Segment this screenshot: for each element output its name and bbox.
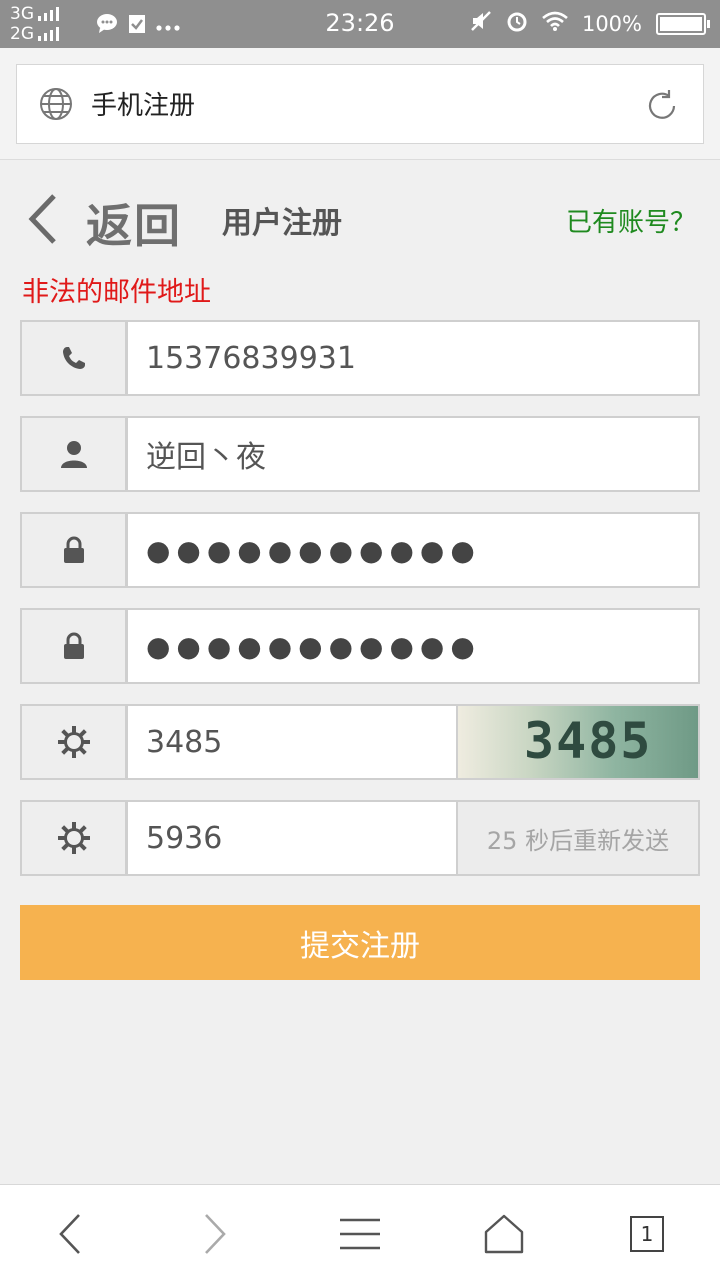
phone-icon [20, 320, 127, 396]
phone-input[interactable]: 15376839931 [126, 320, 700, 396]
menu-icon[interactable] [335, 1209, 385, 1259]
browser-toolbar: 手机注册 [0, 48, 720, 160]
home-icon[interactable] [479, 1209, 529, 1259]
alarm-icon [506, 10, 528, 37]
back-link[interactable]: 返回 [86, 190, 182, 256]
gear-icon [20, 704, 127, 780]
refresh-icon[interactable] [643, 87, 681, 129]
captcha-image-text: 3485 [524, 712, 653, 770]
resend-code-button[interactable]: 25 秒后重新发送 [458, 800, 700, 876]
password-input[interactable]: ●●●●●●●●●●● [126, 512, 700, 588]
tabs-button[interactable]: 1 [622, 1209, 672, 1259]
lock-icon [20, 512, 127, 588]
back-arrow-icon[interactable] [24, 192, 60, 250]
back-icon[interactable] [45, 1209, 95, 1259]
gear-icon [20, 800, 127, 876]
password-field: ●●●●●●●●●●● [20, 512, 700, 588]
confirm-password-input[interactable]: ●●●●●●●●●●● [126, 608, 700, 684]
battery-icon [656, 12, 710, 35]
address-bar[interactable]: 手机注册 [16, 64, 704, 144]
submit-button[interactable]: 提交注册 [20, 905, 700, 980]
sms-code-field: 5936 25 秒后重新发送 [20, 800, 700, 876]
battery-percent: 100% [581, 11, 642, 36]
error-message: 非法的邮件地址 [22, 277, 211, 308]
username-field: 逆回丶夜 [20, 416, 700, 492]
captcha-field: 3485 3485 [20, 704, 700, 780]
confirm-password-field: ●●●●●●●●●●● [20, 608, 700, 684]
registration-page: 返回 用户注册 已有账号？ 非法的邮件地址 15376839931 逆回丶夜 ●… [0, 160, 720, 1184]
login-link[interactable]: 已有账号？ [566, 202, 696, 239]
globe-icon [39, 87, 73, 125]
captcha-input[interactable]: 3485 [126, 704, 458, 780]
username-input[interactable]: 逆回丶夜 [126, 416, 700, 492]
tab-count: 1 [630, 1216, 664, 1252]
page-title: 手机注册 [91, 91, 196, 121]
sms-code-input[interactable]: 5936 [126, 800, 458, 876]
forward-icon[interactable] [190, 1209, 240, 1259]
page-heading: 用户注册 [222, 206, 342, 241]
status-bar: 3G 2G 23:26 100% [0, 0, 720, 48]
lock-icon [20, 608, 127, 684]
captcha-image[interactable]: 3485 [458, 704, 700, 780]
phone-field: 15376839931 [20, 320, 700, 396]
user-icon [20, 416, 127, 492]
mute-icon [470, 10, 492, 37]
wifi-icon [542, 11, 568, 36]
browser-bottom-nav: 1 [0, 1184, 720, 1280]
